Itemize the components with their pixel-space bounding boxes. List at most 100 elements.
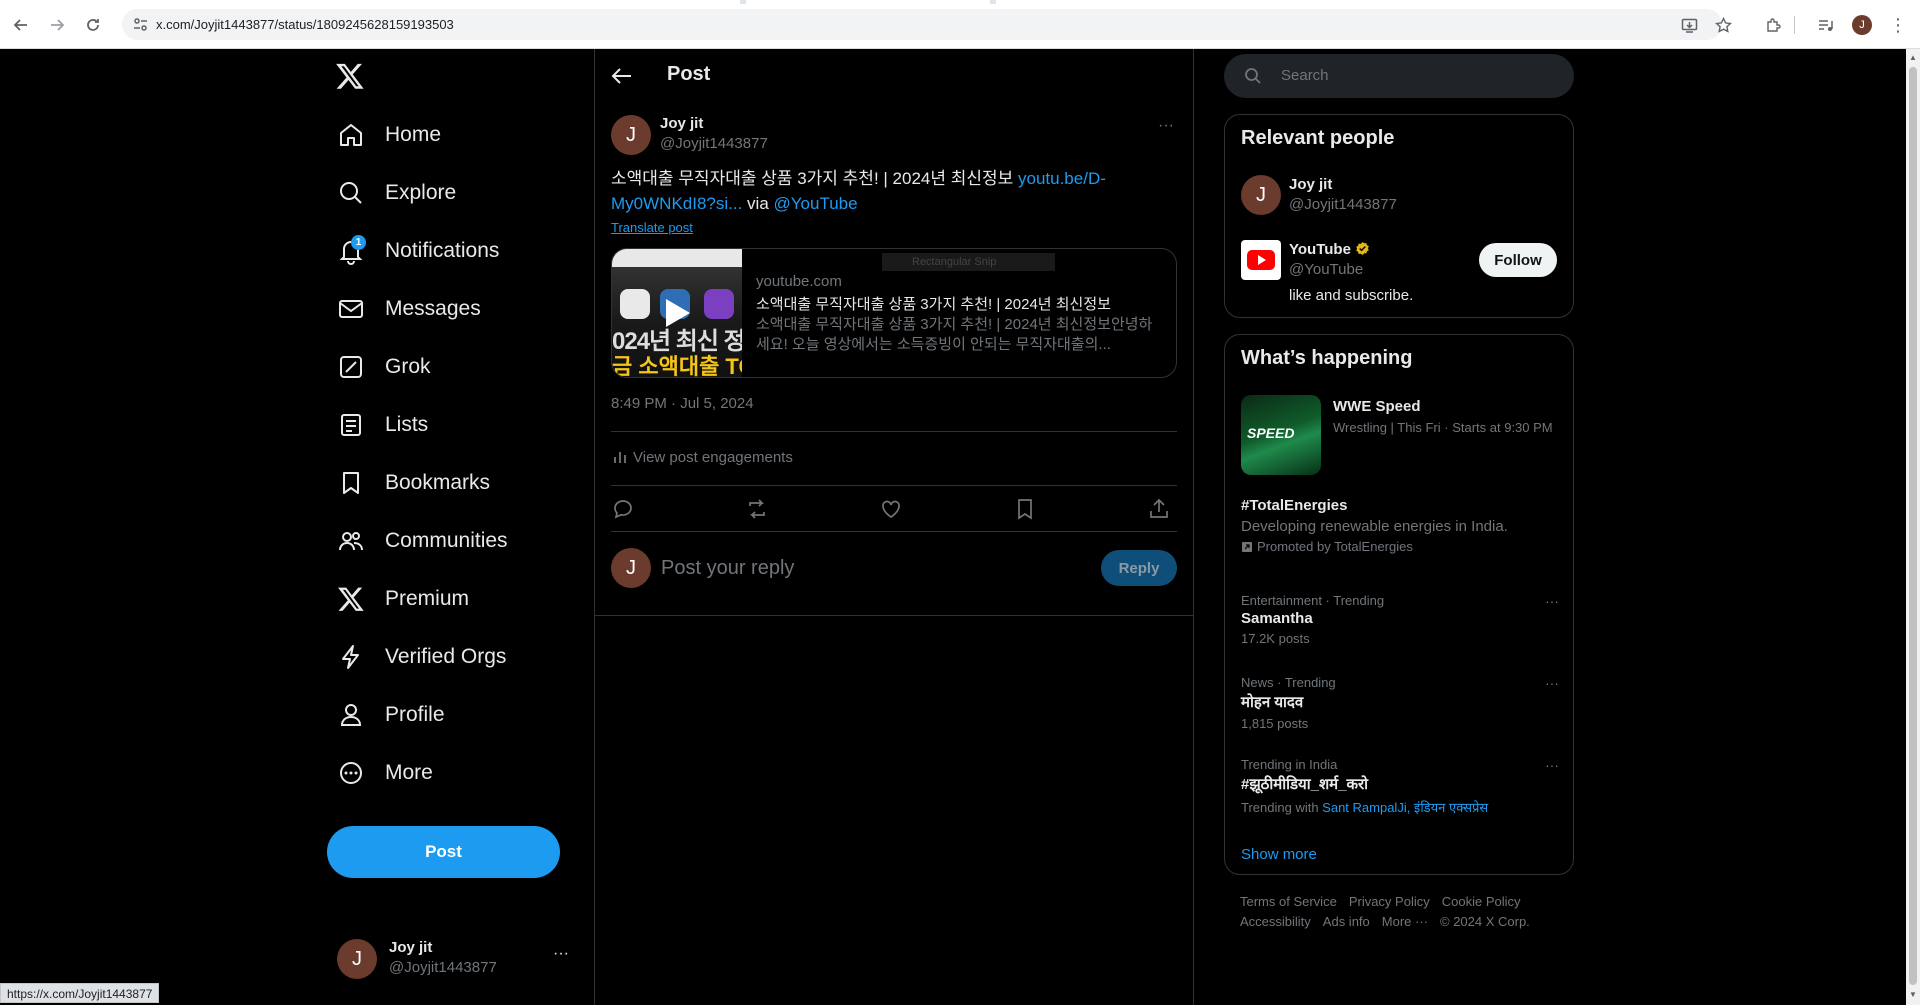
promoted-trend[interactable]: #TotalEnergies Developing renewable ener…: [1241, 495, 1559, 554]
footer-link[interactable]: Accessibility: [1240, 914, 1311, 929]
footer-link[interactable]: Privacy Policy: [1349, 894, 1430, 909]
nav-item-more[interactable]: More: [337, 753, 433, 793]
more-icon[interactable]: ···: [1545, 593, 1559, 609]
account-switcher[interactable]: J Joy jit @Joyjit1443877 ···: [337, 937, 569, 983]
url-text: x.com/Joyjit1443877/status/1809245628159…: [156, 17, 454, 32]
more-icon[interactable]: ···: [1545, 675, 1559, 691]
tweet-author-handle[interactable]: @Joyjit1443877: [660, 135, 768, 152]
trend-title: मोहन यादव: [1241, 694, 1304, 711]
browser-menu-button[interactable]: ⋮: [1888, 14, 1908, 36]
nav-label: Bookmarks: [385, 471, 491, 494]
nav-item-profile[interactable]: Profile: [337, 695, 445, 735]
trend-item[interactable]: Entertainment · Trending Samantha 17.2K …: [1241, 593, 1559, 646]
account-handle: @Joyjit1443877: [389, 959, 497, 976]
person-bio: like and subscribe.: [1289, 287, 1414, 304]
nav-item-lists[interactable]: Lists: [337, 405, 428, 445]
nav-item-bookmarks[interactable]: Bookmarks: [337, 463, 490, 503]
tweet-author-name[interactable]: Joy jit: [660, 115, 703, 132]
card-domain: youtube.com: [756, 273, 842, 290]
back-arrow-icon[interactable]: [611, 65, 633, 87]
tweet-body: 소액대출 무직자대출 상품 3가지 추천! | 2024년 최신정보: [611, 169, 1018, 188]
people-icon: [339, 532, 363, 551]
footer-link[interactable]: Terms of Service: [1240, 894, 1337, 909]
post-button[interactable]: Post: [327, 826, 560, 878]
nav-item-home[interactable]: Home: [337, 115, 441, 155]
nav-item-explore[interactable]: Explore: [337, 173, 456, 213]
browser-toolbar: x.com/Joyjit1443877/status/1809245628159…: [0, 0, 1920, 49]
more-circle-icon: [340, 762, 362, 784]
scroll-up-arrow-icon[interactable]: ▲: [1908, 53, 1918, 63]
tweet-text: 소액대출 무직자대출 상품 3가지 추천! | 2024년 최신정보 youtu…: [611, 166, 1171, 216]
bookmark-star-button[interactable]: [1710, 12, 1736, 38]
nav-item-premium[interactable]: Premium: [337, 579, 469, 619]
footer-link[interactable]: Ads info: [1323, 914, 1370, 929]
bell-icon: 1: [337, 235, 366, 265]
trend-item[interactable]: News · Trending मोहन यादव 1,815 posts ··…: [1241, 675, 1559, 731]
mention-link[interactable]: @YouTube: [774, 194, 858, 213]
like-icon[interactable]: [879, 497, 903, 521]
view-engagements-link[interactable]: View post engagements: [611, 448, 793, 466]
link-preview-card[interactable]: 024년 최신 정 금 소액대출 TO Rectangular Snip you…: [611, 248, 1177, 378]
arrow-left-icon: [13, 19, 27, 31]
nav-item-grok[interactable]: Grok: [337, 347, 431, 387]
avatar: J: [1241, 175, 1281, 215]
reload-button[interactable]: [80, 12, 106, 38]
trend-title: #झूठीमीडिया_शर्म_करो: [1241, 776, 1369, 793]
trend-with-links[interactable]: Sant RampalJi, इंडियन एक्सप्रेस: [1322, 800, 1488, 815]
nav-item-messages[interactable]: Messages: [337, 289, 481, 329]
trend-count: 17.2K posts: [1241, 631, 1310, 646]
whats-happening-panel: What’s happening SPEED WWE Speed Wrestli…: [1224, 334, 1574, 875]
show-more-link[interactable]: Show more: [1241, 846, 1317, 863]
translate-post-link[interactable]: Translate post: [611, 220, 693, 235]
trend-count: 1,815 posts: [1241, 716, 1309, 731]
browser-profile-avatar[interactable]: J: [1852, 15, 1872, 35]
x-logo-icon: [338, 587, 364, 611]
more-icon[interactable]: ···: [1158, 117, 1174, 135]
tweet-timestamp[interactable]: 8:49 PM · Jul 5, 2024: [611, 395, 754, 412]
extensions-button[interactable]: [1760, 12, 1786, 38]
reply-icon[interactable]: [611, 497, 635, 521]
page-scrollbar[interactable]: ▲ ▼: [1906, 49, 1920, 1005]
footer-link[interactable]: More ···: [1382, 914, 1428, 929]
nav-item-communities[interactable]: Communities: [337, 521, 508, 561]
bar-chart-icon: [614, 452, 626, 463]
address-bar[interactable]: x.com/Joyjit1443877/status/1809245628159…: [122, 9, 1722, 40]
search-input[interactable]: Search: [1224, 54, 1574, 98]
envelope-icon: [339, 300, 363, 318]
footer-link[interactable]: Cookie Policy: [1442, 894, 1521, 909]
more-icon[interactable]: ···: [1545, 757, 1559, 773]
repost-icon[interactable]: [745, 497, 769, 521]
nav-label: Explore: [385, 181, 457, 204]
trend-meta: Entertainment · Trending: [1241, 593, 1385, 608]
verified-badge-icon: [1356, 241, 1369, 256]
event-title: WWE Speed: [1333, 398, 1421, 415]
youtube-logo-icon: [1241, 240, 1281, 280]
reply-button[interactable]: Reply: [1101, 550, 1177, 586]
person-name: Joy jit: [1289, 176, 1333, 193]
share-icon[interactable]: [1147, 497, 1171, 521]
reply-input[interactable]: Post your reply: [661, 557, 794, 580]
bookmark-icon[interactable]: [1013, 497, 1037, 521]
avatar[interactable]: J: [611, 115, 651, 155]
install-app-button[interactable]: [1676, 12, 1702, 38]
nav-label: Communities: [385, 529, 508, 552]
follow-button[interactable]: Follow: [1479, 243, 1557, 277]
scrollbar-thumb[interactable]: [1909, 67, 1917, 985]
trend-item[interactable]: Trending in India #झूठीमीडिया_शर्म_करो T…: [1241, 757, 1559, 816]
scroll-down-arrow-icon[interactable]: ▼: [1908, 990, 1918, 1000]
back-button[interactable]: [8, 12, 34, 38]
forward-button[interactable]: [44, 12, 70, 38]
promoted-icon: [1242, 541, 1252, 552]
puzzle-icon: [1766, 17, 1781, 32]
nav-item-verified-orgs[interactable]: Verified Orgs: [337, 637, 506, 677]
x-logo-icon[interactable]: [335, 61, 365, 91]
avatar: J: [611, 548, 651, 588]
media-control-button[interactable]: [1812, 12, 1838, 38]
site-settings-icon[interactable]: [132, 16, 149, 33]
bookmark-icon: [343, 472, 359, 494]
grok-icon: [340, 356, 362, 378]
event-image: SPEED: [1241, 395, 1321, 475]
footer-links: Terms of Service Privacy Policy Cookie Pol…: [1240, 892, 1570, 932]
nav-item-notifications[interactable]: 1 Notifications: [337, 231, 499, 271]
trend-description: Developing renewable energies in India.: [1241, 518, 1508, 535]
